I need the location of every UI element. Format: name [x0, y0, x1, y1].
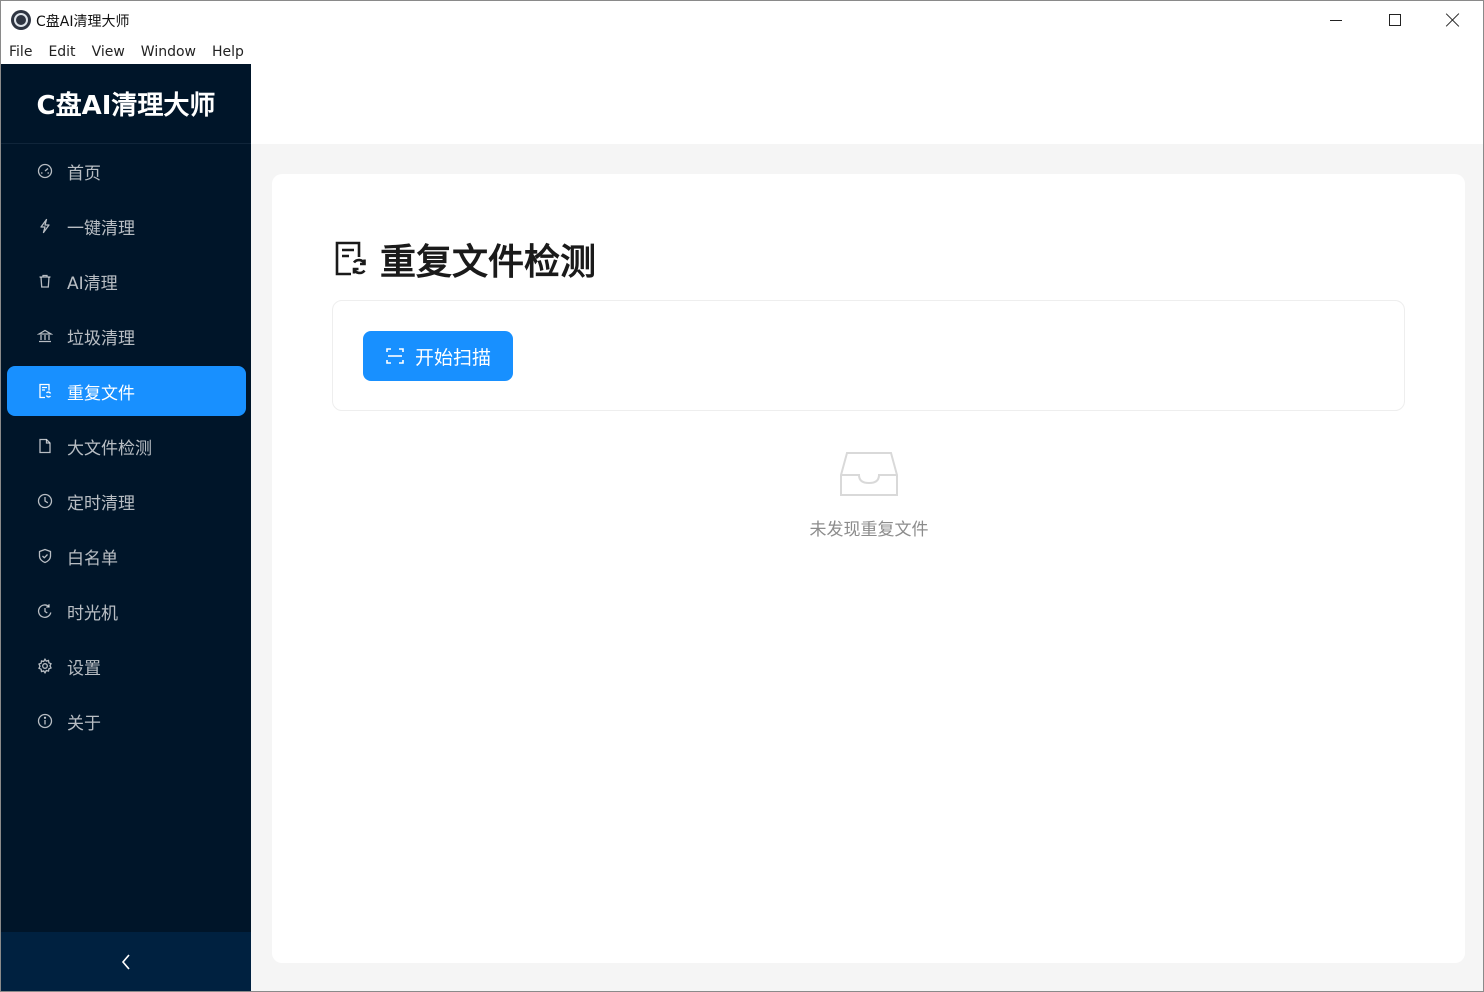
maximize-icon — [1389, 14, 1401, 26]
sidebar-item-scheduled-clean[interactable]: 定时清理 — [7, 476, 246, 526]
scan-icon — [386, 348, 404, 364]
sidebar-item-label: 白名单 — [67, 548, 118, 569]
app-logo-icon — [11, 10, 31, 30]
gear-icon — [37, 658, 53, 674]
chevron-left-icon — [121, 954, 130, 970]
sidebar-item-home[interactable]: 首页 — [7, 146, 246, 196]
page-title: 重复文件检测 — [334, 237, 596, 283]
sidebar-item-about[interactable]: 关于 — [7, 696, 246, 746]
sidebar-item-duplicate-files[interactable]: 重复文件 — [7, 366, 246, 416]
sidebar-item-label: 关于 — [67, 713, 101, 734]
menu-bar: File Edit View Window Help — [1, 39, 251, 65]
sidebar-item-label: 首页 — [67, 163, 101, 184]
history-icon — [37, 603, 53, 619]
bank-icon — [37, 328, 53, 344]
sidebar-item-label: 定时清理 — [67, 493, 135, 514]
close-icon — [1446, 13, 1460, 27]
sidebar-item-label: 设置 — [67, 658, 101, 679]
sidebar-item-label: 一键清理 — [67, 218, 135, 239]
page-title-text: 重复文件检测 — [380, 242, 597, 283]
dashboard-icon — [37, 163, 53, 179]
minimize-button[interactable] — [1307, 1, 1365, 39]
brand-logo: C盘AI清理大师 — [1, 64, 251, 144]
file-sync-icon — [335, 241, 366, 276]
top-header — [251, 64, 1483, 144]
sidebar: C盘AI清理大师 首页 一键清理 AI清理 垃圾清理 重复文件 大文件检测 定时… — [1, 64, 251, 991]
app-window: C盘AI清理大师 File Edit View Window Help C盘AI… — [0, 0, 1484, 992]
empty-state-text: 未发现重复文件 — [809, 520, 929, 540]
menu-window[interactable]: Window — [141, 44, 196, 60]
file-sync-icon — [37, 383, 53, 399]
trash-icon — [37, 273, 53, 289]
menu-help[interactable]: Help — [212, 44, 244, 60]
safety-icon — [37, 548, 53, 564]
sidebar-item-large-file-detect[interactable]: 大文件检测 — [7, 421, 246, 471]
sidebar-nav: 首页 一键清理 AI清理 垃圾清理 重复文件 大文件检测 定时清理 白名单 时光… — [1, 146, 251, 751]
empty-state: 未发现重复文件 — [809, 449, 929, 549]
sidebar-item-whitelist[interactable]: 白名单 — [7, 531, 246, 581]
clock-icon — [37, 493, 53, 509]
menu-file[interactable]: File — [9, 44, 32, 60]
menu-view[interactable]: View — [92, 44, 125, 60]
sidebar-item-settings[interactable]: 设置 — [7, 641, 246, 691]
sidebar-item-label: 重复文件 — [67, 383, 135, 404]
sidebar-item-one-click-clean[interactable]: 一键清理 — [7, 201, 246, 251]
sidebar-item-label: 大文件检测 — [67, 438, 152, 459]
brand-title: C盘AI清理大师 — [36, 91, 216, 121]
lightning-icon — [37, 218, 53, 234]
start-scan-button[interactable]: 开始扫描 — [363, 331, 513, 381]
inbox-icon — [840, 452, 898, 496]
close-button[interactable] — [1424, 1, 1482, 39]
window-title: C盘AI清理大师 — [36, 14, 130, 30]
sidebar-item-label: 垃圾清理 — [67, 328, 135, 349]
main-panel — [272, 174, 1465, 963]
maximize-button[interactable] — [1366, 1, 1424, 39]
sidebar-collapse-button[interactable] — [1, 932, 251, 991]
sidebar-item-label: 时光机 — [67, 603, 118, 624]
title-bar: C盘AI清理大师 — [1, 1, 1483, 39]
sidebar-item-junk-clean[interactable]: 垃圾清理 — [7, 311, 246, 361]
sidebar-item-ai-clean[interactable]: AI清理 — [7, 256, 246, 306]
minimize-icon — [1330, 19, 1342, 21]
sidebar-item-label: AI清理 — [67, 273, 118, 294]
file-icon — [37, 438, 53, 454]
info-icon — [37, 713, 53, 729]
start-scan-label: 开始扫描 — [414, 346, 491, 369]
menu-edit[interactable]: Edit — [48, 44, 75, 60]
sidebar-item-time-machine[interactable]: 时光机 — [7, 586, 246, 636]
